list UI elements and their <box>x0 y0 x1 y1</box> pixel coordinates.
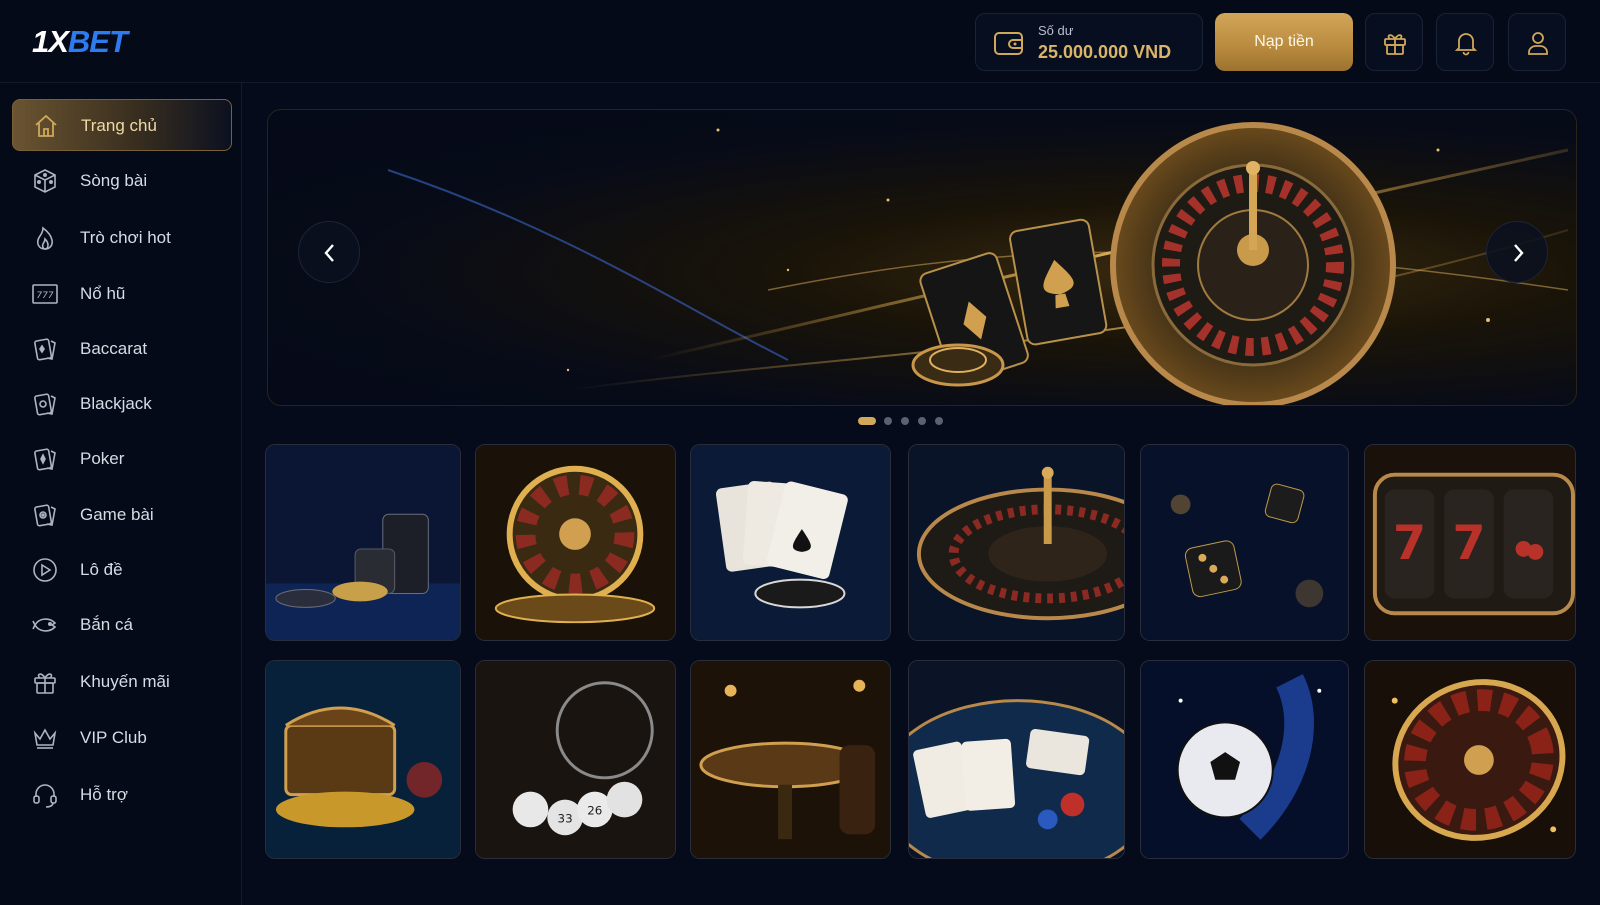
pagination-dot[interactable] <box>935 417 943 425</box>
fish-icon <box>32 618 57 632</box>
sidebar-item-hot-games[interactable]: Trò chơi hot <box>12 212 232 264</box>
sidebar-item-vip-club[interactable]: VIP Club <box>12 712 232 764</box>
banner-next-button[interactable] <box>1486 221 1548 283</box>
game-tile-aces[interactable] <box>690 444 891 641</box>
svg-text:33: 33 <box>558 811 573 825</box>
sidebar-nav: Trang chủ Sòng bài Trò chơi hot 777 Nổ h… <box>0 83 242 905</box>
sidebar-item-card-games[interactable]: Game bài <box>12 489 232 541</box>
flame-icon <box>36 226 53 250</box>
slot-machine-image: 7 7 <box>1365 445 1575 640</box>
wallet-icon <box>994 32 1023 55</box>
pagination-dot[interactable] <box>858 417 876 425</box>
banner-prev-button[interactable] <box>298 221 360 283</box>
balance-panel: Số dư 25.000.000 VND <box>975 13 1203 71</box>
gift-button[interactable] <box>1365 13 1423 71</box>
gift-icon <box>1384 34 1406 55</box>
user-icon <box>1528 32 1548 55</box>
game-tile-lottery-balls[interactable]: 33 26 <box>475 660 676 859</box>
sidebar-item-casino[interactable]: Sòng bài <box>12 155 232 207</box>
chevron-left-icon <box>324 244 334 262</box>
sidebar-item-blackjack[interactable]: Blackjack <box>12 378 232 430</box>
cards-icon <box>34 338 56 361</box>
aces-cards-image <box>691 445 890 640</box>
sidebar-item-label: Game bài <box>80 505 154 524</box>
game-tile-fortune-wheel-2[interactable] <box>1364 660 1576 859</box>
profile-button[interactable] <box>1508 13 1566 71</box>
dice-image <box>1141 445 1348 640</box>
balance-label: Số dư <box>1038 23 1074 38</box>
gift-icon <box>34 673 56 694</box>
game-tile-slots[interactable]: 7 7 <box>1364 444 1576 641</box>
sidebar-item-home[interactable]: Trang chủ <box>12 99 232 151</box>
sidebar-item-label: Trò chơi hot <box>80 228 171 247</box>
promo-banner[interactable] <box>267 109 1577 406</box>
sidebar-item-lottery[interactable]: Lô đề <box>12 544 232 596</box>
sidebar-item-label: VIP Club <box>80 728 147 747</box>
sidebar-item-slots[interactable]: 777 Nổ hũ <box>12 268 232 320</box>
chevron-right-icon <box>1514 244 1524 262</box>
game-tile-wheel-of-fortune[interactable] <box>475 444 676 641</box>
poker-table-image <box>909 661 1124 858</box>
balance-value: 25.000.000 VND <box>1038 42 1172 62</box>
play-circle-icon <box>33 558 57 582</box>
game-tile-roulette[interactable] <box>908 444 1125 641</box>
svg-text:7: 7 <box>1393 516 1426 571</box>
bell-icon <box>1454 33 1478 56</box>
pagination-dot[interactable] <box>918 417 926 425</box>
sidebar-item-label: Sòng bài <box>80 171 148 190</box>
lottery-balls-image: 33 26 <box>476 661 675 858</box>
game-tile-poker-table[interactable] <box>908 660 1125 859</box>
sidebar-item-label: Baccarat <box>80 339 148 358</box>
svg-text:7: 7 <box>1452 516 1485 571</box>
sidebar-item-label: Khuyến mãi <box>80 672 170 691</box>
sidebar-item-label: Blackjack <box>80 394 152 413</box>
banner-artwork <box>387 122 1569 405</box>
sidebar-item-label: Poker <box>80 449 125 468</box>
cards-icon <box>34 504 56 527</box>
sidebar-item-fishing[interactable]: Bắn cá <box>12 599 232 651</box>
football-image <box>1141 661 1348 858</box>
home-icon <box>35 114 57 137</box>
brand-logo[interactable]: 1XBET <box>32 22 128 62</box>
pagination-dot[interactable] <box>884 417 892 425</box>
notifications-button[interactable] <box>1436 13 1494 71</box>
top-header: 1XBET Số dư 25.000.000 VND Nạp tiền <box>0 0 1600 83</box>
headset-icon <box>33 784 57 808</box>
svg-text:26: 26 <box>587 803 602 817</box>
poker-room-image <box>691 661 890 858</box>
casino-chips-image <box>266 445 460 640</box>
game-tile-poker-room[interactable] <box>690 660 891 859</box>
sidebar-item-support[interactable]: Hỗ trợ <box>12 769 232 821</box>
sidebar-item-baccarat[interactable]: Baccarat <box>12 323 232 375</box>
pagination-dot[interactable] <box>901 417 909 425</box>
cards-icon <box>34 393 56 416</box>
sidebar-item-poker[interactable]: Poker <box>12 433 232 485</box>
sidebar-item-promotions[interactable]: Khuyến mãi <box>12 656 232 708</box>
fortune-wheel-image <box>476 445 675 640</box>
sidebar-item-label: Hỗ trợ <box>80 785 128 804</box>
sidebar-item-label: Bắn cá <box>80 615 133 634</box>
treasure-chest-image <box>266 661 460 858</box>
game-tile-football[interactable] <box>1140 660 1349 859</box>
game-tile-chips[interactable] <box>265 444 461 641</box>
dice-icon <box>34 169 56 193</box>
sidebar-item-label: Trang chủ <box>81 116 157 135</box>
deposit-button[interactable]: Nạp tiền <box>1215 13 1353 71</box>
crown-icon <box>33 728 57 749</box>
svg-text:777: 777 <box>36 291 53 301</box>
roulette-image <box>909 445 1124 640</box>
sidebar-item-label: Lô đề <box>80 560 123 579</box>
fortune-wheel-image <box>1365 661 1575 858</box>
game-tile-treasure[interactable] <box>265 660 461 859</box>
game-tile-dice[interactable] <box>1140 444 1349 641</box>
sidebar-item-label: Nổ hũ <box>80 284 126 303</box>
slot-777-icon: 777 <box>32 284 58 304</box>
cards-icon <box>34 448 56 471</box>
